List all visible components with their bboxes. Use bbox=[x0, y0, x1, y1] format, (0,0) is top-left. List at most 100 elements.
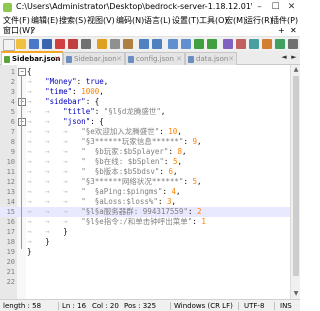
open-folder-icon[interactable] bbox=[16, 39, 26, 49]
menu-bar: 文件(F) 编辑(E) 搜索(S) 视图(V) 编码(N) 语言(L) 设置(T… bbox=[0, 15, 300, 26]
code-line[interactable]: 15 → → → "§l§a服务器群: 994317559": 2 bbox=[0, 207, 290, 217]
menu-language[interactable]: 语言(L) bbox=[144, 15, 171, 26]
show-all-chars-icon[interactable] bbox=[249, 39, 259, 49]
code-line[interactable]: 19} bbox=[0, 247, 290, 257]
code-line[interactable]: 2 → "Money": true, bbox=[0, 77, 290, 87]
new-file-icon[interactable] bbox=[3, 39, 15, 51]
status-line: Ln : 16 bbox=[62, 302, 87, 310]
code-line[interactable]: 11 → → → " §b版本:$bSbdsv": 6, bbox=[0, 167, 290, 177]
tab-sidebar-json[interactable]: Sidebar.json ✕ bbox=[1, 51, 63, 66]
word-wrap-icon[interactable] bbox=[236, 39, 246, 49]
undo-icon[interactable] bbox=[139, 39, 149, 49]
code-line[interactable]: 22 bbox=[0, 277, 290, 287]
maximize-button[interactable]: ☐ bbox=[268, 0, 283, 15]
code-line[interactable]: 13 → → → " §aPing:$pingms": 4, bbox=[0, 187, 290, 197]
code-line[interactable]: 18 → } bbox=[0, 237, 290, 247]
zoom-out-icon[interactable] bbox=[207, 39, 217, 49]
tab-label: data.json bbox=[196, 55, 229, 63]
code-text: → → → "§3******玩家信息******": 9, bbox=[27, 137, 202, 146]
close-document-button[interactable]: ✕ bbox=[290, 25, 297, 36]
tab-config-json[interactable]: config.json ✕ bbox=[125, 52, 185, 65]
close-all-icon[interactable] bbox=[68, 39, 78, 49]
replace-icon[interactable] bbox=[181, 39, 191, 49]
menu-encoding[interactable]: 编码(N) bbox=[116, 15, 144, 26]
scroll-up-icon[interactable]: ▲ bbox=[291, 65, 300, 75]
code-line[interactable]: 9 → → → " §b玩家:$bSplayer": 8, bbox=[0, 147, 290, 157]
code-editor[interactable]: 1−{2 → "Money": true, 3 → "time": 1000, 4− → … bbox=[0, 65, 290, 299]
code-line[interactable]: 8 → → → "§3******玩家信息******": 9, bbox=[0, 137, 290, 147]
add-menu-button[interactable]: + bbox=[278, 25, 285, 36]
paste-icon[interactable] bbox=[123, 39, 133, 49]
tab-data-json[interactable]: data.json ✕ bbox=[185, 52, 237, 65]
menu-search[interactable]: 搜索(S) bbox=[59, 15, 86, 26]
code-line[interactable]: 20 bbox=[0, 257, 290, 267]
code-line[interactable]: 10 → → → " §b在线: $bSplen": 5, bbox=[0, 157, 290, 167]
code-line[interactable]: 1−{ bbox=[0, 67, 290, 77]
line-number: 4 bbox=[10, 98, 15, 106]
code-line[interactable]: 7 → → → "§e欢迎加入龙腾盛世": 10, bbox=[0, 127, 290, 137]
line-number: 1 bbox=[10, 68, 15, 76]
vertical-scrollbar[interactable]: ▲ ▼ bbox=[290, 65, 300, 299]
tab-close-icon[interactable]: ✕ bbox=[54, 53, 60, 65]
zoom-in-icon[interactable] bbox=[194, 39, 204, 49]
menu-tools[interactable]: 工具(O) bbox=[199, 15, 228, 26]
code-text: } bbox=[27, 247, 32, 256]
code-text: → → → " §b在线: $bSplen": 5, bbox=[27, 157, 182, 166]
code-line[interactable]: 5 → → "title": "§l§d龙腾盛世", bbox=[0, 107, 290, 117]
code-text: → → → "§l§e指令:/和单击钟呼出菜单": 1 bbox=[27, 217, 206, 226]
close-button[interactable]: ✕ bbox=[284, 0, 299, 15]
close-file-icon[interactable] bbox=[55, 39, 65, 49]
notepadpp-window: C:\Users\Administrator\Desktop\bedrock-s… bbox=[0, 0, 300, 311]
tab-close-icon[interactable]: ✕ bbox=[176, 53, 182, 65]
menu-bar-row-2: 窗口(W) ? + ✕ bbox=[0, 26, 300, 37]
save-all-icon[interactable] bbox=[42, 39, 52, 49]
copy-icon[interactable] bbox=[110, 39, 120, 49]
save-icon[interactable] bbox=[29, 39, 39, 49]
code-line[interactable]: 6− → → "json": { bbox=[0, 117, 290, 127]
more-tools-icon[interactable] bbox=[288, 39, 298, 49]
play-macro-icon[interactable] bbox=[275, 39, 285, 49]
menu-macro[interactable]: 宏(M) bbox=[225, 15, 246, 26]
fold-toggle-icon[interactable]: − bbox=[18, 98, 26, 106]
line-number: 19 bbox=[6, 248, 15, 256]
menu-view[interactable]: 视图(V) bbox=[87, 15, 115, 26]
redo-icon[interactable] bbox=[152, 39, 162, 49]
fold-toggle-icon[interactable]: − bbox=[18, 68, 26, 76]
line-number: 6 bbox=[10, 118, 15, 126]
status-bar: length : 58 Ln : 16 Col : 20 Pos : 325 W… bbox=[0, 299, 300, 311]
tab-scroll-right-icon[interactable]: ► bbox=[290, 53, 298, 62]
code-line[interactable]: 17 → → } bbox=[0, 227, 290, 237]
find-icon[interactable] bbox=[168, 39, 178, 49]
code-line[interactable]: 21 bbox=[0, 267, 290, 277]
notepadpp-logo-icon bbox=[3, 3, 12, 12]
tab-close-icon[interactable]: ✕ bbox=[228, 53, 234, 65]
code-text: → "sidebar": { bbox=[27, 97, 100, 106]
cut-icon[interactable] bbox=[97, 39, 107, 49]
fold-guide bbox=[21, 75, 22, 249]
code-line[interactable]: 14 → → → " §aLoss:$loss%": 3, bbox=[0, 197, 290, 207]
line-number: 8 bbox=[10, 138, 15, 146]
tab-close-icon[interactable]: ✕ bbox=[116, 53, 122, 65]
sync-scroll-icon[interactable] bbox=[223, 39, 233, 49]
status-position: Pos : 325 bbox=[124, 302, 157, 310]
code-line[interactable]: 12 → → → "§3******网络状况******": 5, bbox=[0, 177, 290, 187]
line-number: 7 bbox=[10, 128, 15, 136]
menu-window[interactable]: 窗口(W) bbox=[3, 25, 33, 36]
code-line[interactable]: 3 → "time": 1000, bbox=[0, 87, 290, 97]
record-macro-icon[interactable] bbox=[262, 39, 272, 49]
code-line[interactable]: 16 → → → "§l§e指令:/和单击钟呼出菜单": 1 bbox=[0, 217, 290, 227]
scrollbar-thumb[interactable] bbox=[293, 76, 299, 276]
minimize-button[interactable]: – bbox=[252, 0, 267, 15]
menu-help[interactable]: ? bbox=[31, 25, 35, 36]
code-line[interactable]: 4− → "sidebar": { bbox=[0, 97, 290, 107]
tab-sidebar-json-2[interactable]: Sidebar.json ✕ bbox=[63, 52, 125, 65]
file-icon bbox=[66, 56, 72, 63]
fold-toggle-icon[interactable]: − bbox=[18, 118, 26, 126]
line-number: 16 bbox=[6, 218, 15, 226]
code-text: → } bbox=[27, 237, 50, 246]
print-icon[interactable] bbox=[81, 39, 91, 49]
menu-run[interactable]: 运行(R) bbox=[245, 15, 273, 26]
menu-settings[interactable]: 设置(T) bbox=[172, 15, 199, 26]
scroll-down-icon[interactable]: ▼ bbox=[291, 289, 300, 299]
tab-scroll-left-icon[interactable]: ◄ bbox=[280, 53, 288, 62]
